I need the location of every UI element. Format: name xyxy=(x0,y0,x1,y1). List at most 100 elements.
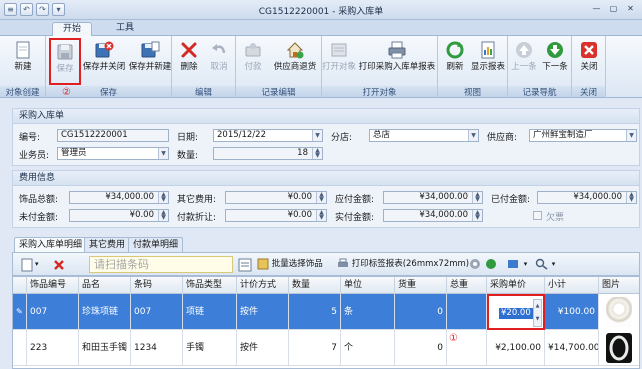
export-button[interactable]: ▾ xyxy=(507,257,527,273)
batch-select-button[interactable]: 批量选择饰品 xyxy=(257,257,323,273)
close-window-button[interactable]: ✕ xyxy=(623,3,638,16)
spinner-icon[interactable]: ▲ ▼ xyxy=(472,210,482,221)
table-row[interactable]: ✎ 007 珍珠项链 007 项链 按件 5 条 0 ¥100.00 xyxy=(13,294,639,330)
cell-name[interactable]: 和田玉手镯 xyxy=(79,330,131,366)
spinner-icon[interactable]: ▲ ▼ xyxy=(158,210,168,221)
cell-qty[interactable]: 7 xyxy=(289,330,341,366)
header-subtotal[interactable]: 小计 xyxy=(545,277,599,294)
show-report-button[interactable]: 显示报表 xyxy=(470,38,506,85)
cell-qty[interactable]: 5 xyxy=(289,294,341,330)
cell-name[interactable]: 珍珠项链 xyxy=(79,294,131,330)
date-picker[interactable]: 2015/12/22 ▼ xyxy=(213,129,323,142)
cancel-button[interactable]: 取消 xyxy=(204,38,234,85)
refresh-button[interactable]: 刷新 xyxy=(440,38,470,85)
number-field[interactable]: CG1512220001 xyxy=(57,129,169,142)
save-close-button[interactable]: 保存并关闭 xyxy=(82,38,126,85)
cell-type[interactable]: 项链 xyxy=(183,294,237,330)
quantity-field[interactable]: 18 ▲ ▼ xyxy=(213,147,323,160)
header-name[interactable]: 品名 xyxy=(79,277,131,294)
header-qty[interactable]: 数量 xyxy=(289,277,341,294)
save-button[interactable]: 保存 xyxy=(49,38,81,85)
cell-weight[interactable]: 0 xyxy=(395,294,447,330)
save-new-button[interactable]: 保存并新建 xyxy=(128,38,172,85)
unit-price-value[interactable]: ¥20.00 xyxy=(499,308,533,319)
spinner-icon[interactable]: ▲ ▼ xyxy=(472,192,482,203)
header-unit-price[interactable]: 采购单价 xyxy=(487,277,545,294)
discount-field[interactable]: ¥0.00 ▲ ▼ xyxy=(225,209,327,222)
new-button[interactable]: 新建 xyxy=(4,38,42,85)
spinner-icon[interactable]: ▲ ▼ xyxy=(626,192,636,203)
store-select[interactable]: 总店 ▼ xyxy=(369,129,479,142)
header-image[interactable]: 图片 xyxy=(599,277,639,294)
barcode-scan-input[interactable]: 请扫描条码 xyxy=(89,256,233,273)
cell-unit[interactable]: 条 xyxy=(341,294,395,330)
clerk-select[interactable]: 管理员 ▼ xyxy=(57,147,169,160)
other-fee-field[interactable]: ¥0.00 ▲ ▼ xyxy=(225,191,327,204)
cell-weight[interactable]: 0 xyxy=(395,330,447,366)
record-button[interactable] xyxy=(469,257,481,273)
payable-field[interactable]: ¥34,000.00 ▲ ▼ xyxy=(383,191,483,204)
header-pricing[interactable]: 计价方式 xyxy=(237,277,289,294)
next-record-button[interactable]: 下一条 xyxy=(540,38,570,85)
scan-list-button[interactable] xyxy=(237,257,253,273)
tab-payment-detail[interactable]: 付款单明细 xyxy=(128,237,184,252)
minimize-button[interactable]: — xyxy=(589,3,604,16)
cell-barcode[interactable]: 1234 xyxy=(131,330,183,366)
cell-total-weight[interactable] xyxy=(447,294,487,330)
chevron-down-icon[interactable]: ▼ xyxy=(626,130,636,141)
header-total-weight[interactable]: 总重 xyxy=(447,277,487,294)
supplier-return-button[interactable]: 供应商退货 xyxy=(270,38,320,85)
spinner-icon[interactable]: ▲ ▼ xyxy=(158,192,168,203)
cell-subtotal[interactable]: ¥14,700.00 xyxy=(545,330,599,366)
add-row-button[interactable] xyxy=(19,257,35,273)
chevron-down-icon[interactable]: ▼ xyxy=(312,130,322,141)
supplier-select[interactable]: 广州鲜宝制造厂 ▼ xyxy=(529,129,637,142)
chevron-down-icon[interactable]: ▼ xyxy=(468,130,478,141)
search-button[interactable]: ▾ xyxy=(535,257,555,273)
paid-field[interactable]: ¥34,000.00 ▲ ▼ xyxy=(537,191,637,204)
payment-button[interactable]: 付款 xyxy=(238,38,268,85)
unpaid-field[interactable]: ¥0.00 ▲ ▼ xyxy=(69,209,169,222)
cell-type[interactable]: 手镯 xyxy=(183,330,237,366)
header-type[interactable]: 饰品类型 xyxy=(183,277,237,294)
table-row[interactable]: 223 和田玉手镯 1234 手镯 按件 7 个 0 ¥2,100.00 ¥14… xyxy=(13,330,639,366)
cell-image[interactable] xyxy=(599,330,639,366)
cell-code[interactable]: 223 xyxy=(27,330,79,366)
tab-other-fees[interactable]: 其它费用 xyxy=(84,237,131,252)
spinner-icon[interactable]: ▲ ▼ xyxy=(312,148,322,159)
close-button[interactable]: 关闭 xyxy=(574,38,604,85)
cell-unit-price[interactable]: ¥2,100.00 xyxy=(487,330,545,366)
maximize-button[interactable]: ▢ xyxy=(606,3,621,16)
previous-record-button[interactable]: 上一条 xyxy=(509,38,539,85)
actual-paid-field[interactable]: ¥34,000.00 ▲ ▼ xyxy=(383,209,483,222)
tab-start[interactable]: 开始 xyxy=(52,22,93,36)
cell-subtotal[interactable]: ¥100.00 xyxy=(545,294,599,330)
tab-tools[interactable]: 工具 xyxy=(106,22,144,36)
cell-pricing[interactable]: 按件 xyxy=(237,330,289,366)
export-dropdown-icon[interactable]: ▾ xyxy=(524,260,528,268)
header-unit[interactable]: 单位 xyxy=(341,277,395,294)
spinner-icon[interactable]: ▲ ▼ xyxy=(533,299,542,327)
unit-price-editor[interactable]: ¥20.00 ▲ ▼ xyxy=(487,294,545,330)
print-labels-button[interactable]: 打印标签报表(26mmx72mm) xyxy=(337,257,469,273)
header-code[interactable]: 饰品编号 xyxy=(27,277,79,294)
cell-unit[interactable]: 个 xyxy=(341,330,395,366)
open-object-button[interactable]: 打开对象 xyxy=(322,38,356,85)
spinner-icon[interactable]: ▲ ▼ xyxy=(316,210,326,221)
spinner-icon[interactable]: ▲ ▼ xyxy=(316,192,326,203)
delete-button[interactable]: 删除 xyxy=(174,38,204,85)
tab-receipt-detail[interactable]: 采购入库单明细 xyxy=(14,237,88,253)
refresh-grid-button[interactable] xyxy=(485,257,497,273)
delete-row-button[interactable] xyxy=(51,257,67,273)
search-dropdown-icon[interactable]: ▾ xyxy=(552,260,556,268)
cell-barcode[interactable]: 007 xyxy=(131,294,183,330)
print-report-button[interactable]: 打印采购入库单报表 xyxy=(358,38,436,85)
owed-invoice-checkbox[interactable] xyxy=(533,211,542,220)
chevron-down-icon[interactable]: ▼ xyxy=(158,148,168,159)
header-barcode[interactable]: 条码 xyxy=(131,277,183,294)
cell-image[interactable] xyxy=(599,294,639,330)
cell-pricing[interactable]: 按件 xyxy=(237,294,289,330)
jewelry-total-field[interactable]: ¥34,000.00 ▲ ▼ xyxy=(69,191,169,204)
cell-code[interactable]: 007 xyxy=(27,294,79,330)
add-row-dropdown[interactable]: ▾ xyxy=(35,257,39,273)
